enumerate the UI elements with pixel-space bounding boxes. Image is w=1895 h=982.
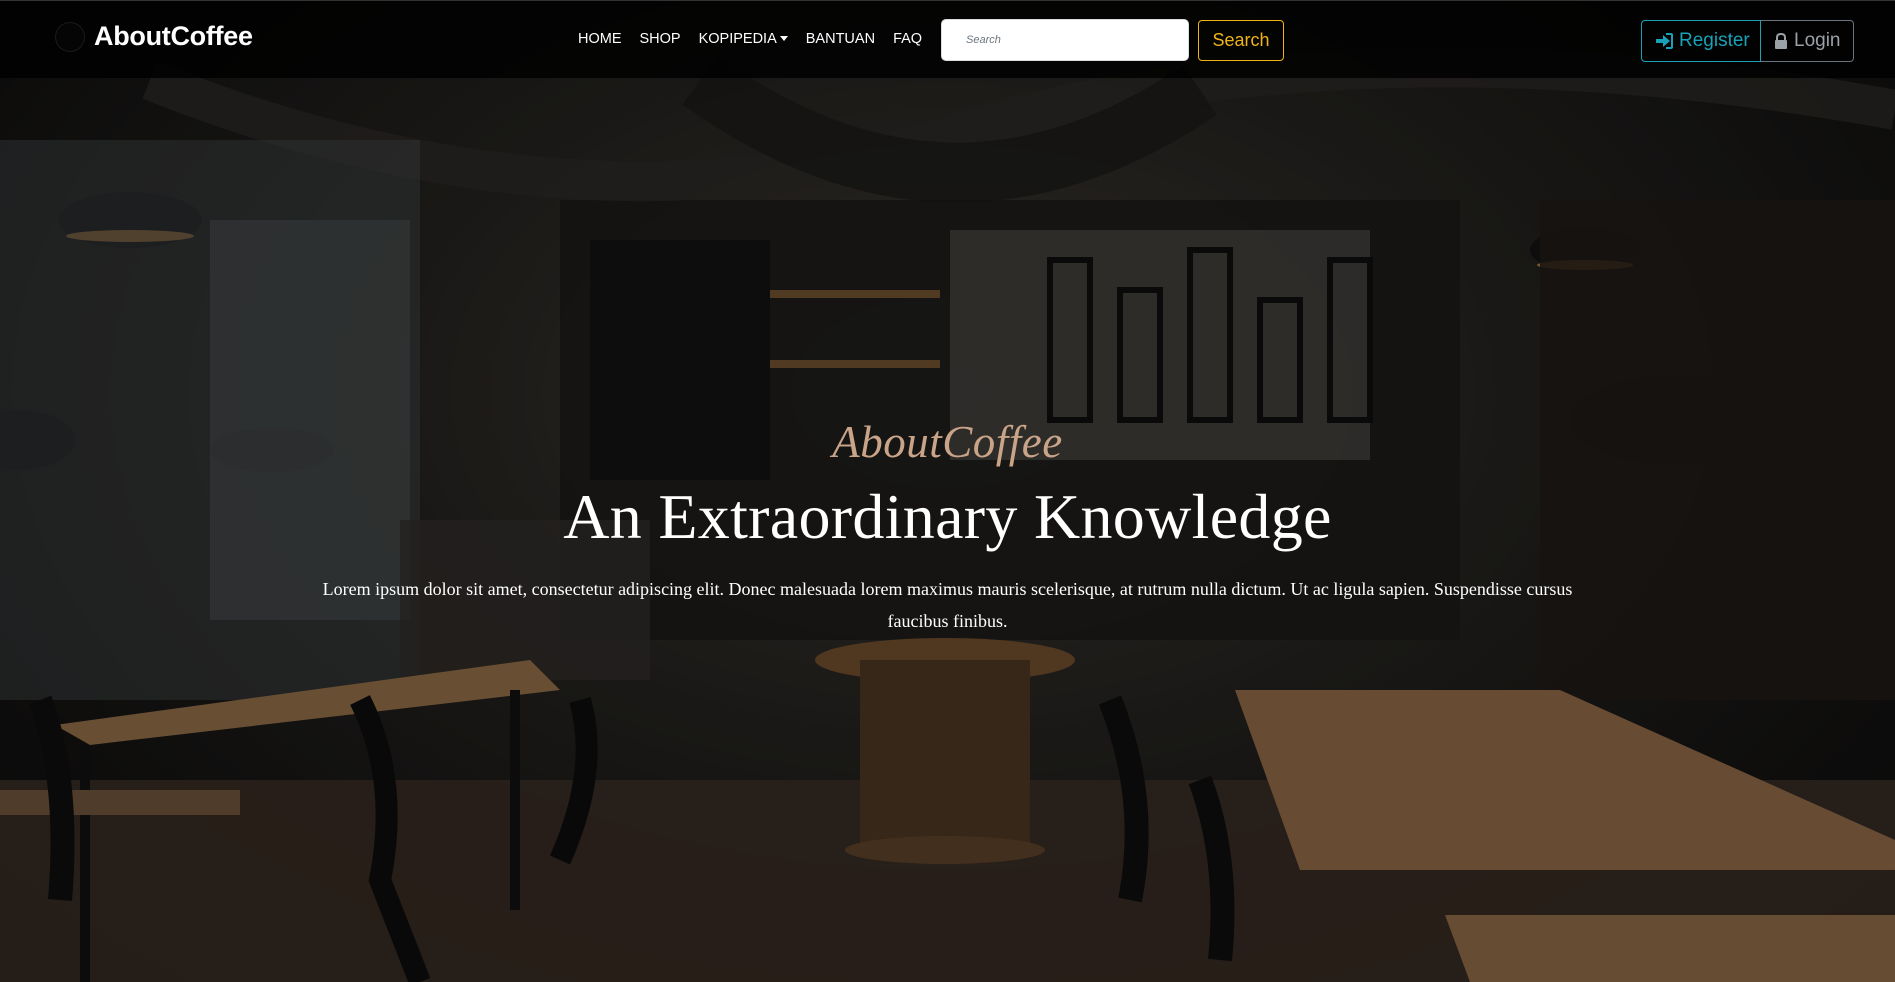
nav-link-faq[interactable]: FAQ (893, 31, 922, 47)
register-button[interactable]: Register (1641, 20, 1761, 62)
nav-link-bantuan[interactable]: BANTUAN (806, 31, 875, 47)
nav-link-kopipedia-label: KOPIPEDIA (698, 31, 777, 47)
auth-button-group: Register Login (1641, 20, 1854, 62)
hero-description: Lorem ipsum dolor sit amet, consectetur … (322, 579, 1573, 631)
search-input[interactable] (941, 19, 1189, 61)
hero-title: An Extraordinary Knowledge (563, 481, 1332, 552)
lock-icon (1774, 32, 1788, 50)
nav-links: HOME SHOP KOPIPEDIA BANTUAN FAQ (578, 31, 922, 47)
hero-content: AboutCoffee An Extraordinary Knowledge L… (0, 420, 1895, 637)
hero-subtitle: AboutCoffee (832, 417, 1063, 467)
search-button[interactable]: Search (1198, 20, 1284, 61)
nav-link-kopipedia-dropdown[interactable]: KOPIPEDIA (699, 31, 788, 47)
brand[interactable]: AboutCoffee (56, 21, 253, 52)
nav-link-home[interactable]: HOME (578, 31, 622, 47)
login-label: Login (1794, 30, 1841, 51)
caret-down-icon (779, 35, 788, 41)
sign-in-icon (1655, 33, 1673, 49)
login-button[interactable]: Login (1761, 20, 1854, 62)
nav-link-shop[interactable]: SHOP (640, 31, 681, 47)
brand-name: AboutCoffee (94, 21, 253, 51)
page: AboutCoffee HOME SHOP KOPIPEDIA BANTUAN … (0, 0, 1895, 982)
navbar: AboutCoffee HOME SHOP KOPIPEDIA BANTUAN … (0, 0, 1895, 78)
register-label: Register (1679, 30, 1750, 51)
coffee-logo-icon (56, 22, 84, 51)
